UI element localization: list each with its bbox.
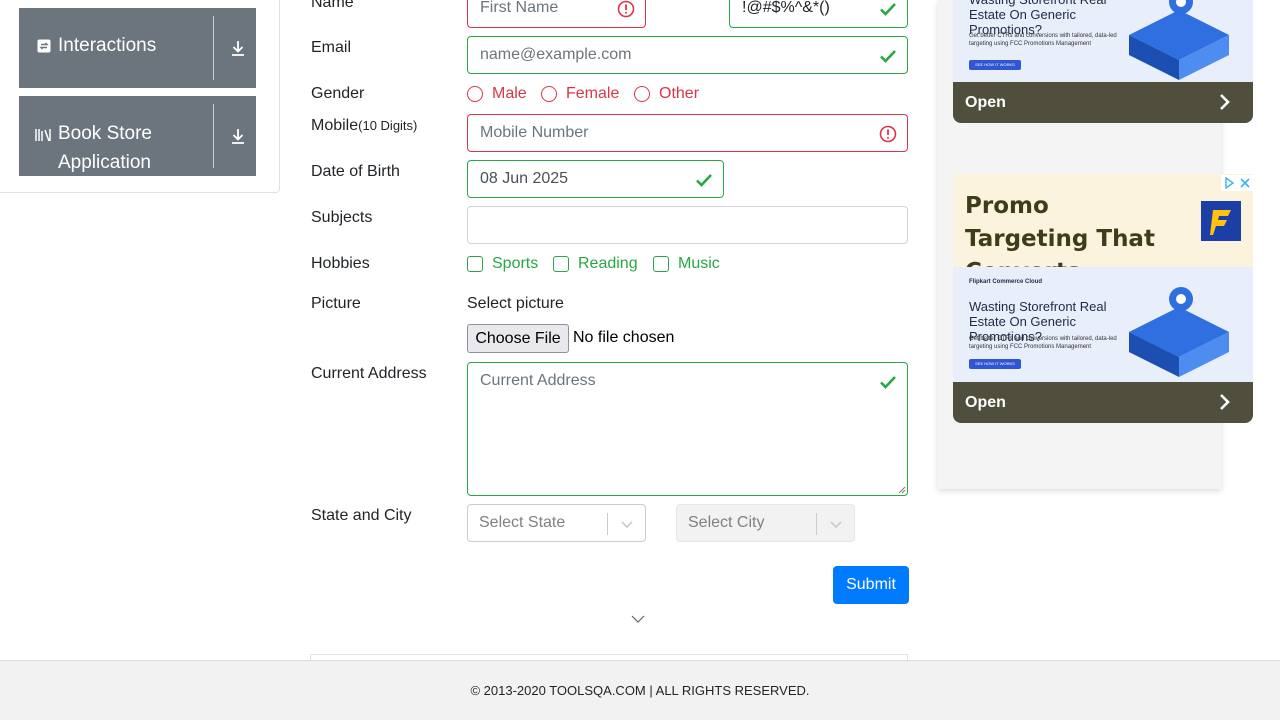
select-separator — [607, 513, 608, 535]
state-select[interactable]: Select State — [467, 504, 646, 542]
hobby-checkbox-reading[interactable]: Reading — [553, 255, 638, 273]
ad-card-bottom[interactable]: Flipkart Commerce Cloud Wasting Storefro… — [953, 267, 1253, 423]
promo-banner[interactable]: Promo Targeting That Converts — [953, 174, 1253, 285]
radio-circle[interactable] — [541, 86, 557, 102]
ad-open-label: Open — [965, 94, 1006, 111]
resize-handle-icon[interactable] — [898, 486, 906, 494]
submit-button[interactable]: Submit — [833, 566, 909, 604]
download-icon[interactable] — [229, 127, 247, 145]
chevron-right-icon[interactable] — [1217, 393, 1233, 411]
city-placeholder: Select City — [688, 514, 765, 531]
dob-label: Date of Birth — [311, 163, 400, 180]
subjects-label: Subjects — [311, 209, 373, 226]
email-input[interactable]: name@example.com — [467, 36, 908, 74]
first-name-placeholder: First Name — [480, 0, 559, 16]
choose-file-button[interactable]: Choose File — [467, 324, 569, 353]
hobby-checkbox-music[interactable]: Music — [653, 255, 720, 273]
current-address-placeholder: Current Address — [480, 372, 596, 389]
building-illustration-icon — [1129, 0, 1229, 80]
sidebar-item-label-line1: Book Store — [58, 123, 152, 144]
check-icon — [696, 174, 712, 187]
picture-caption: Select picture — [467, 295, 564, 312]
mobile-hint: (10 Digits) — [358, 118, 418, 133]
radio-circle[interactable] — [467, 86, 483, 102]
radio-label: Male — [492, 85, 527, 102]
ad-card-top[interactable]: Wasting Storefront Real Estate On Generi… — [953, 0, 1253, 123]
radio-label: Female — [566, 85, 620, 102]
last-name-input[interactable]: !@#$%^&*() — [729, 0, 908, 28]
ad-choices[interactable] — [1221, 175, 1253, 191]
current-address-label: Current Address — [311, 365, 427, 382]
error-icon — [617, 0, 635, 18]
hobby-checkbox-sports[interactable]: Sports — [467, 255, 538, 273]
check-icon — [880, 3, 896, 16]
check-icon — [880, 376, 896, 389]
first-name-input[interactable]: First Name — [467, 0, 646, 28]
checkbox-box[interactable] — [653, 256, 669, 272]
interactions-icon — [37, 39, 51, 53]
sidebar-item-interactions[interactable]: Interactions — [19, 8, 256, 88]
chevron-down-icon[interactable] — [631, 614, 645, 624]
checkbox-label: Reading — [578, 255, 638, 272]
sidebar-item-label: Interactions — [58, 35, 157, 56]
error-icon — [879, 125, 897, 143]
mobile-input[interactable]: Mobile Number — [467, 114, 908, 152]
ad-open-label: Open — [965, 394, 1006, 411]
chevron-down-icon[interactable] — [829, 517, 843, 531]
tile-separator — [213, 16, 214, 80]
tile-separator — [213, 104, 214, 168]
ad-open-bar[interactable]: Open — [953, 382, 1253, 423]
ad-cta-button[interactable]: SEE HOW IT WORKS — [969, 359, 1021, 369]
ad-cta-button[interactable]: SEE HOW IT WORKS — [969, 60, 1021, 70]
file-status: No file chosen — [573, 329, 675, 346]
gender-radio-male[interactable]: Male — [467, 85, 527, 103]
email-placeholder: name@example.com — [480, 46, 632, 63]
chevron-right-icon[interactable] — [1217, 93, 1233, 111]
select-separator — [816, 513, 817, 535]
sidebar-item-label-line2: Application — [58, 152, 151, 173]
gender-radio-other[interactable]: Other — [634, 85, 699, 103]
sidebar-item-book-store[interactable]: Book Store Application — [19, 96, 256, 176]
state-city-label: State and City — [311, 507, 412, 524]
brand-logo-icon — [1201, 201, 1241, 241]
radio-circle[interactable] — [634, 86, 650, 102]
city-select[interactable]: Select City — [676, 504, 855, 542]
gender-label: Gender — [311, 85, 365, 102]
last-name-value: !@#$%^&*() — [742, 0, 830, 16]
ad-info-icon[interactable] — [1223, 177, 1235, 189]
chevron-down-icon[interactable] — [620, 517, 634, 531]
state-placeholder: Select State — [479, 514, 566, 531]
email-label: Email — [311, 39, 352, 56]
footer-copyright: © 2013-2020 TOOLSQA.COM | ALL RIGHTS RES… — [470, 683, 810, 698]
checkbox-box[interactable] — [553, 256, 569, 272]
dob-input[interactable]: 08 Jun 2025 — [467, 160, 724, 198]
ad-subtext: Get better CTRs and conversions with tai… — [969, 33, 1117, 47]
ad-brand: Flipkart Commerce Cloud — [969, 279, 1043, 285]
radio-label: Other — [659, 85, 700, 102]
dob-value: 08 Jun 2025 — [480, 170, 569, 187]
mobile-label-text: Mobile — [311, 117, 359, 134]
check-icon — [880, 50, 896, 63]
download-icon[interactable] — [229, 39, 247, 57]
mobile-placeholder: Mobile Number — [480, 124, 589, 141]
checkbox-box[interactable] — [467, 256, 483, 272]
ad-subtext: Get better CTRs and conversions with tai… — [969, 336, 1117, 350]
checkbox-label: Sports — [492, 255, 539, 272]
picture-label: Picture — [311, 295, 361, 312]
hobbies-label: Hobbies — [311, 255, 370, 272]
book-store-icon — [35, 129, 51, 142]
gender-radio-female[interactable]: Female — [541, 85, 619, 103]
close-icon[interactable] — [1239, 177, 1251, 189]
ad-open-bar[interactable]: Open — [953, 82, 1253, 123]
subjects-input[interactable] — [467, 206, 908, 244]
current-address-textarea[interactable]: Current Address — [467, 362, 908, 496]
building-illustration-icon — [1129, 287, 1229, 377]
checkbox-label: Music — [678, 255, 720, 272]
name-label: Name — [311, 0, 354, 11]
footer: © 2013-2020 TOOLSQA.COM | ALL RIGHTS RES… — [0, 660, 1280, 720]
mobile-label: Mobile(10 Digits) — [311, 117, 417, 135]
